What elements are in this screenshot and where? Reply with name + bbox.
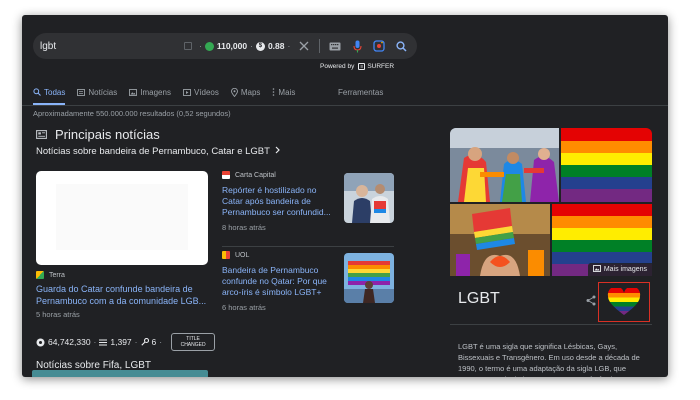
top-stories-title: Principais notícias <box>55 127 160 142</box>
chevron-right-icon <box>275 146 280 157</box>
views-stat: 64,742,330 <box>36 337 91 347</box>
map-pin-icon <box>230 87 238 97</box>
keyboard-icon[interactable] <box>328 39 342 53</box>
surfer-stats-row: 64,742,330 · 1,397 · 6 · TITLE CHANGED <box>36 333 216 351</box>
carta-capital-logo-icon <box>222 171 230 179</box>
checkbox-icon[interactable] <box>184 42 192 50</box>
kp-image[interactable] <box>561 128 652 202</box>
tab-noticias[interactable]: Notícias <box>77 83 117 101</box>
search-icon[interactable] <box>394 39 408 53</box>
top-stories-subtitle-link[interactable]: Notícias sobre bandeira de Pernambuco, C… <box>36 146 280 157</box>
kp-image[interactable] <box>450 128 559 202</box>
news-headline[interactable]: Repórter é hostilizado no Catar após ban… <box>222 185 337 218</box>
seo-metrics: · 110,000 · $ 0.88 · <box>184 41 293 51</box>
powered-by-surfer: Powered by ≡ SURFER <box>320 63 394 70</box>
news-time: 6 horas atrás <box>222 303 266 312</box>
main-news-time: 5 horas atrás <box>36 310 80 319</box>
list-icon <box>99 339 108 346</box>
rainbow-heart-highlight[interactable] <box>598 282 650 322</box>
news-article[interactable]: Carta Capital Repórter é hostilizado no … <box>222 171 398 232</box>
news-time: 8 horas atrás <box>222 223 266 232</box>
search-icon <box>33 88 41 96</box>
more-vert-icon <box>272 88 275 96</box>
result-stats: Aproximadamente 550.000.000 resultados (… <box>33 109 231 118</box>
news-headline[interactable]: Bandeira de Pernambuco confunde no Qatar… <box>222 265 337 298</box>
image-icon <box>592 265 601 274</box>
kp-divider <box>450 324 652 325</box>
camera-lens-icon[interactable] <box>372 39 386 53</box>
count-stat: 1,397 <box>99 337 132 347</box>
image-icon <box>129 88 138 96</box>
browser-page: · 110,000 · $ 0.88 · <box>22 15 668 377</box>
tools-button[interactable]: Ferramentas <box>338 83 383 101</box>
tab-imagens[interactable]: Imagens <box>129 83 171 101</box>
search-volume: 110,000 <box>216 41 248 51</box>
kp-image[interactable] <box>450 204 550 276</box>
tab-mais[interactable]: Mais <box>272 83 295 101</box>
rainbow-heart-icon <box>607 288 641 316</box>
kp-description: LGBT é uma sigla que significa Lésbicas,… <box>458 342 640 377</box>
kp-title: LGBT <box>458 290 500 307</box>
tab-videos[interactable]: Vídeos <box>183 83 219 101</box>
article-divider <box>222 246 394 247</box>
tab-todas[interactable]: Todas <box>33 83 66 105</box>
keys-stat: 6 <box>140 337 156 347</box>
newspaper-icon <box>36 130 47 139</box>
uol-logo-icon <box>222 251 230 259</box>
news-source: Terra <box>36 271 212 279</box>
search-bar[interactable]: · 110,000 · $ 0.88 · <box>33 33 417 59</box>
kp-image-grid[interactable]: Mais imagens <box>450 128 652 276</box>
top-stories-heading: Principais notícias <box>36 127 160 142</box>
news-icon <box>77 88 86 96</box>
dollar-icon: $ <box>255 41 265 51</box>
news-article[interactable]: UOL Bandeira de Pernambuco confunde no Q… <box>222 251 398 312</box>
video-icon <box>183 88 191 96</box>
kp-title-row: LGBT <box>450 276 652 324</box>
terra-logo-icon <box>36 271 44 279</box>
search-bar-icons <box>297 39 417 53</box>
news-thumbnail[interactable] <box>344 253 394 303</box>
main-news-headline[interactable]: Guarda do Catar confunde bandeira de Per… <box>36 284 208 307</box>
key-icon <box>140 338 149 346</box>
divider <box>319 39 320 53</box>
scroll-highlight-bar <box>32 370 208 377</box>
news-thumbnail[interactable] <box>344 173 394 223</box>
knowledge-panel: Mais imagens LGBT LGBT é uma sigla que s… <box>450 128 652 377</box>
more-images-button[interactable]: Mais imagens <box>587 263 652 276</box>
cpc-value: 0.88 <box>267 41 285 51</box>
title-changed-badge: TITLE CHANGED <box>171 333 216 351</box>
share-icon[interactable] <box>586 293 596 311</box>
surfer-logo-icon: ≡ <box>358 63 366 70</box>
main-news-thumbnail[interactable] <box>36 171 208 265</box>
eye-icon <box>36 338 45 347</box>
brazil-flag-icon <box>204 41 214 51</box>
surfer-brand: SURFER <box>367 63 395 70</box>
microphone-icon[interactable] <box>350 39 364 53</box>
tabs-divider <box>22 105 668 106</box>
powered-label: Powered by <box>320 63 355 70</box>
tab-maps[interactable]: Maps <box>230 83 260 101</box>
clear-icon[interactable] <box>297 39 311 53</box>
search-input[interactable] <box>40 40 180 52</box>
